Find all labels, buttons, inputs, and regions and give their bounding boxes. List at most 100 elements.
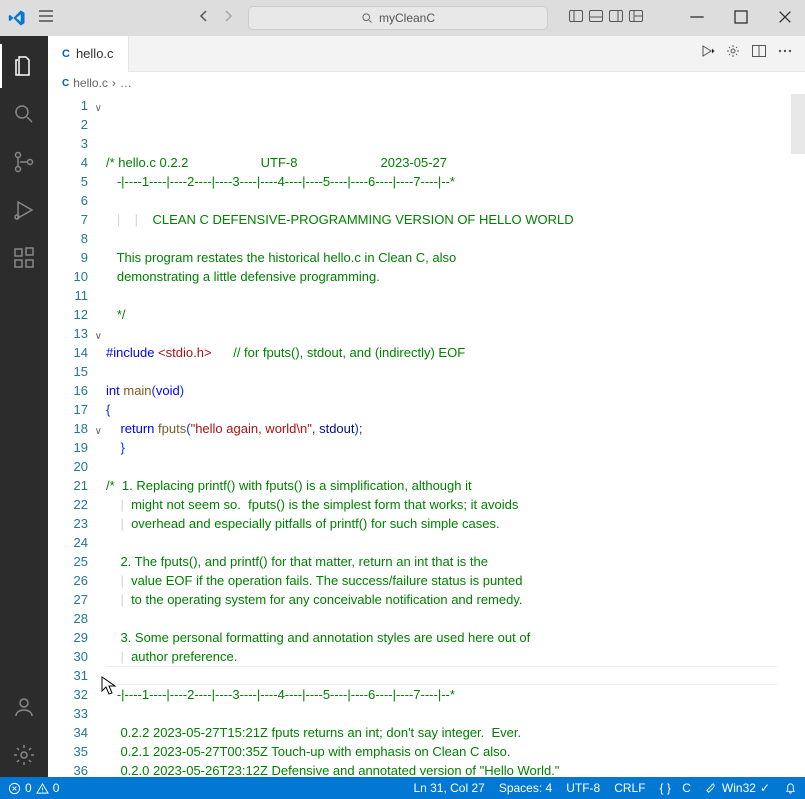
fold-chevron-icon[interactable]: ∨ bbox=[95, 422, 102, 441]
activity-search-icon[interactable] bbox=[0, 92, 48, 136]
code-line[interactable]: 3. Some personal formatting and annotati… bbox=[106, 628, 791, 647]
line-number: 15 bbox=[48, 362, 88, 381]
breadcrumb[interactable]: C hello.c › … bbox=[48, 72, 805, 94]
line-number-gutter: 1∨2345678910111213∨1415161718∨1920212223… bbox=[48, 94, 106, 777]
code-line[interactable]: | | CLEAN C DEFENSIVE-PROGRAMMING VERSIO… bbox=[106, 210, 791, 229]
hamburger-menu-icon[interactable] bbox=[38, 8, 54, 29]
line-number: 10 bbox=[48, 267, 88, 286]
fold-chevron-icon[interactable]: ∨ bbox=[95, 99, 102, 118]
status-build-kit[interactable]: Win32 ✓ bbox=[705, 781, 770, 795]
line-number: 13∨ bbox=[48, 324, 88, 343]
status-indentation[interactable]: Spaces: 4 bbox=[499, 781, 552, 795]
line-number: 18∨ bbox=[48, 419, 88, 438]
layout-panel-left-icon[interactable] bbox=[568, 8, 584, 29]
code-line[interactable]: { bbox=[106, 400, 791, 419]
activity-explorer-icon[interactable] bbox=[0, 44, 48, 88]
editor-area: C hello.c C hello.c › … 1∨23456789101112… bbox=[48, 36, 805, 777]
fold-chevron-icon[interactable]: ∨ bbox=[95, 327, 102, 346]
line-number: 34 bbox=[48, 723, 88, 742]
line-number: 6 bbox=[48, 191, 88, 210]
breadcrumb-file: hello.c bbox=[73, 76, 108, 90]
layout-controls bbox=[568, 8, 644, 29]
code-line[interactable]: | value EOF if the operation fails. The … bbox=[106, 571, 791, 590]
status-errors-warnings[interactable]: 0 0 bbox=[8, 781, 59, 795]
nav-arrows bbox=[196, 8, 236, 29]
nav-forward-icon[interactable] bbox=[220, 8, 236, 29]
line-number: 14 bbox=[48, 343, 88, 362]
code-line[interactable] bbox=[106, 457, 791, 476]
c-file-icon: C bbox=[62, 48, 70, 60]
command-center-search[interactable]: myCleanC bbox=[248, 6, 548, 30]
more-actions-icon[interactable] bbox=[777, 43, 793, 64]
code-line[interactable]: | might not seem so. fputs() is the simp… bbox=[106, 495, 791, 514]
line-number: 31 bbox=[48, 666, 88, 685]
code-line[interactable]: /* hello.c 0.2.2 UTF-8 2023-05-27 bbox=[106, 153, 791, 172]
line-number: 32 bbox=[48, 685, 88, 704]
line-number: 5 bbox=[48, 172, 88, 191]
code-line[interactable] bbox=[106, 704, 791, 723]
line-number: 19 bbox=[48, 438, 88, 457]
status-language[interactable]: { } C bbox=[660, 781, 691, 795]
breadcrumb-more: … bbox=[120, 76, 132, 90]
code-line[interactable]: 2. The fputs(), and printf() for that ma… bbox=[106, 552, 791, 571]
main-area: C hello.c C hello.c › … 1∨23456789101112… bbox=[0, 36, 805, 777]
wrench-icon bbox=[705, 782, 718, 795]
line-number: 33 bbox=[48, 704, 88, 723]
code-line[interactable]: } bbox=[106, 438, 791, 457]
code-line[interactable]: -|----1----|----2----|----3----|----4---… bbox=[106, 685, 791, 704]
activity-accounts-icon[interactable] bbox=[0, 685, 48, 729]
code-line[interactable] bbox=[106, 666, 791, 685]
code-line[interactable]: This program restates the historical hel… bbox=[106, 248, 791, 267]
gear-icon[interactable] bbox=[725, 43, 741, 64]
maximize-button[interactable] bbox=[729, 7, 753, 30]
line-number: 17 bbox=[48, 400, 88, 419]
code-line[interactable]: | author preference. bbox=[106, 647, 791, 666]
tab-hello-c[interactable]: C hello.c bbox=[48, 36, 129, 72]
code-line[interactable]: | to the operating system for any concei… bbox=[106, 590, 791, 609]
line-number: 26 bbox=[48, 571, 88, 590]
status-encoding[interactable]: UTF-8 bbox=[566, 781, 600, 795]
code-line[interactable] bbox=[106, 286, 791, 305]
activity-extensions-icon[interactable] bbox=[0, 236, 48, 280]
code-line[interactable]: -|----1----|----2----|----3----|----4---… bbox=[106, 172, 791, 191]
code-line[interactable] bbox=[106, 191, 791, 210]
nav-back-icon[interactable] bbox=[196, 8, 212, 29]
status-notifications-icon[interactable] bbox=[784, 781, 797, 795]
code-line[interactable]: 0.2.1 2023-05-27T00:35Z Touch-up with em… bbox=[106, 742, 791, 761]
layout-panel-bottom-icon[interactable] bbox=[588, 8, 604, 29]
activity-bar bbox=[0, 36, 48, 777]
activity-source-control-icon[interactable] bbox=[0, 140, 48, 184]
code-line[interactable]: 0.2.2 2023-05-27T15:21Z fputs returns an… bbox=[106, 723, 791, 742]
code-content[interactable]: /* hello.c 0.2.2 UTF-8 2023-05-27 -|----… bbox=[106, 94, 791, 777]
minimize-button[interactable] bbox=[685, 7, 709, 30]
code-line[interactable]: | overhead and especially pitfalls of pr… bbox=[106, 514, 791, 533]
layout-customize-icon[interactable] bbox=[628, 8, 644, 29]
code-line[interactable]: #include <stdio.h> // for fputs(), stdou… bbox=[106, 343, 791, 362]
line-number: 28 bbox=[48, 609, 88, 628]
code-line[interactable] bbox=[106, 533, 791, 552]
code-editor[interactable]: 1∨2345678910111213∨1415161718∨1920212223… bbox=[48, 94, 805, 777]
code-line[interactable]: demonstrating a little defensive program… bbox=[106, 267, 791, 286]
close-button[interactable] bbox=[773, 7, 797, 30]
code-line[interactable]: 0.2.0 2023-05-26T23:12Z Defensive and an… bbox=[106, 761, 791, 777]
split-editor-icon[interactable] bbox=[751, 43, 767, 64]
code-line[interactable] bbox=[106, 362, 791, 381]
activity-settings-icon[interactable] bbox=[0, 733, 48, 777]
code-line[interactable]: return fputs("hello again, world\n", std… bbox=[106, 419, 791, 438]
layout-panel-right-icon[interactable] bbox=[608, 8, 624, 29]
status-cursor-position[interactable]: Ln 31, Col 27 bbox=[413, 781, 484, 795]
activity-run-debug-icon[interactable] bbox=[0, 188, 48, 232]
code-line[interactable]: int main(void) bbox=[106, 381, 791, 400]
code-line[interactable] bbox=[106, 609, 791, 628]
breadcrumb-separator: › bbox=[112, 76, 116, 90]
status-eol[interactable]: CRLF bbox=[614, 781, 645, 795]
code-line[interactable] bbox=[106, 229, 791, 248]
code-line[interactable]: */ bbox=[106, 305, 791, 324]
code-line[interactable]: /* 1. Replacing printf() with fputs() is… bbox=[106, 476, 791, 495]
run-button-icon[interactable] bbox=[699, 43, 715, 64]
scroll-thumb[interactable] bbox=[791, 94, 805, 154]
code-line[interactable] bbox=[106, 324, 791, 343]
titlebar: myCleanC bbox=[0, 0, 805, 36]
minimap[interactable] bbox=[791, 94, 805, 777]
line-number: 29 bbox=[48, 628, 88, 647]
